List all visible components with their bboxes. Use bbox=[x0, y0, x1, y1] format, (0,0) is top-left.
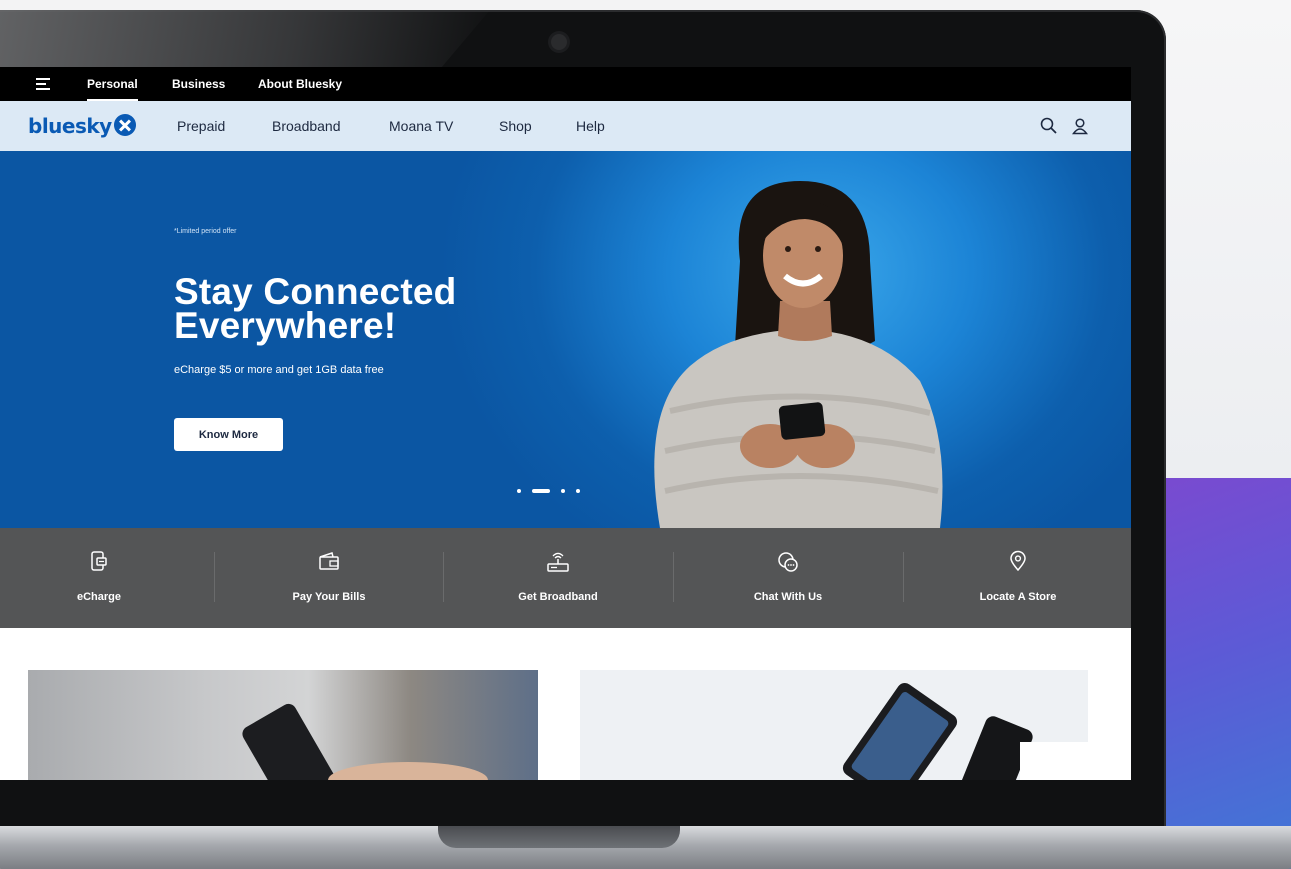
quick-action-label: Chat With Us bbox=[753, 591, 823, 603]
echarge-icon bbox=[88, 550, 110, 577]
laptop-notch bbox=[438, 826, 680, 848]
carousel-dot[interactable] bbox=[576, 489, 580, 493]
promo-card-left[interactable] bbox=[28, 670, 538, 780]
quick-action-label: Get Broadband bbox=[518, 591, 598, 603]
quick-action-get-broadband[interactable]: Get Broadband bbox=[443, 528, 673, 628]
top-link-business[interactable]: Business bbox=[172, 77, 225, 91]
quick-action-pay-bills[interactable]: Pay Your Bills bbox=[214, 528, 444, 628]
router-icon bbox=[545, 550, 571, 579]
nav-help[interactable]: Help bbox=[576, 118, 605, 134]
chat-icon bbox=[776, 550, 800, 579]
background-top bbox=[1150, 0, 1291, 478]
quick-action-locate-store[interactable]: Locate A Store bbox=[903, 528, 1131, 628]
top-bar: Personal Business About Bluesky bbox=[0, 67, 1131, 102]
smartphones-image bbox=[842, 683, 1088, 780]
browser-viewport: Personal Business About Bluesky bluesky … bbox=[0, 67, 1131, 780]
hero-fine-print: *Limited period offer bbox=[174, 228, 237, 235]
bluesky-logo[interactable]: bluesky bbox=[28, 114, 112, 138]
webcam-icon bbox=[551, 34, 567, 50]
nav-prepaid[interactable]: Prepaid bbox=[177, 118, 225, 134]
background-accent bbox=[1150, 478, 1291, 869]
hamburger-menu-icon[interactable] bbox=[36, 78, 52, 91]
hero-title-line-2: Everywhere! bbox=[174, 305, 397, 346]
hero-subtitle: eCharge $5 or more and get 1GB data free bbox=[174, 364, 384, 376]
nav-shop[interactable]: Shop bbox=[499, 118, 532, 134]
carousel-dot[interactable] bbox=[561, 489, 565, 493]
hero-banner: *Limited period offer Stay Connected Eve… bbox=[0, 151, 1131, 528]
hero-title-line-1: Stay Connected bbox=[174, 271, 457, 312]
quick-action-label: eCharge bbox=[76, 591, 122, 603]
quick-action-label: Pay Your Bills bbox=[292, 591, 366, 603]
know-more-button[interactable]: Know More bbox=[174, 418, 283, 451]
carousel-dot[interactable] bbox=[517, 489, 521, 493]
carousel-dots bbox=[517, 489, 580, 493]
quick-actions-bar: eCharge Pay Your Bills Get Broadband Cha… bbox=[0, 528, 1131, 628]
quick-action-chat[interactable]: Chat With Us bbox=[673, 528, 903, 628]
top-link-personal[interactable]: Personal bbox=[87, 77, 138, 102]
bluesky-logo-icon[interactable] bbox=[114, 114, 136, 136]
nav-moana-tv[interactable]: Moana TV bbox=[389, 118, 453, 134]
carousel-dot-active[interactable] bbox=[532, 489, 550, 493]
quick-action-label: Locate A Store bbox=[979, 591, 1057, 603]
lid-glare bbox=[0, 10, 490, 68]
main-nav: bluesky Prepaid Broadband Moana TV Shop … bbox=[0, 101, 1131, 151]
hero-title: Stay Connected Everywhere! bbox=[174, 271, 574, 346]
location-pin-icon bbox=[1008, 550, 1028, 577]
search-icon[interactable] bbox=[1040, 117, 1058, 140]
top-link-about[interactable]: About Bluesky bbox=[258, 77, 342, 91]
nav-broadband[interactable]: Broadband bbox=[272, 118, 341, 134]
wallet-icon bbox=[317, 550, 341, 577]
quick-action-echarge[interactable]: eCharge bbox=[0, 528, 214, 628]
hero-model-image bbox=[654, 181, 943, 528]
hand-with-phone-image bbox=[242, 703, 488, 780]
user-account-icon[interactable] bbox=[1071, 117, 1089, 140]
promo-card-right[interactable] bbox=[580, 670, 1088, 780]
